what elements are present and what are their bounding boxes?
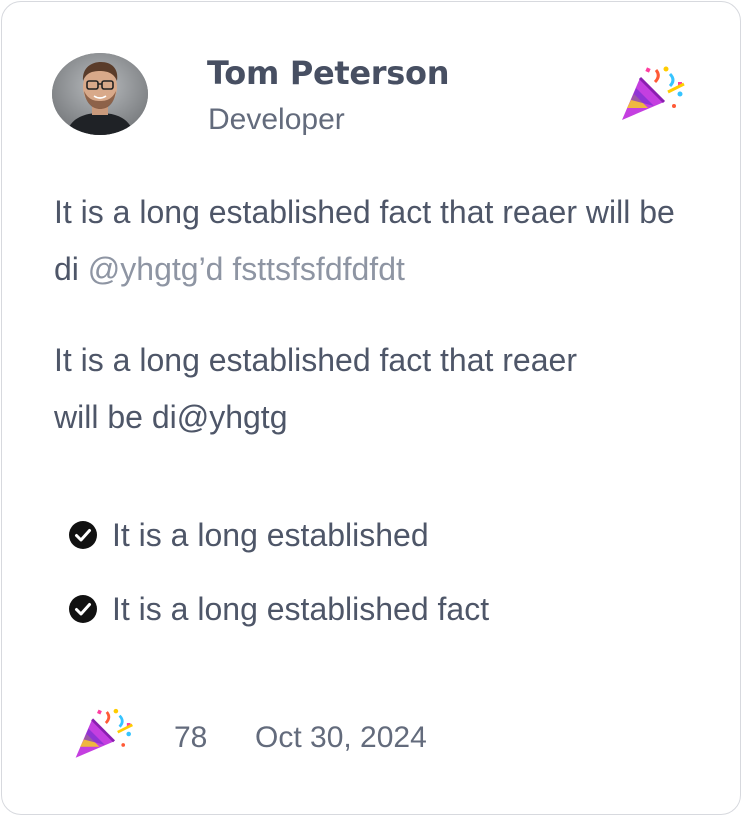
- checklist-item-text: It is a long established: [112, 516, 429, 553]
- post-date: Oct 30, 2024: [255, 721, 427, 754]
- post-paragraph-2: It is a long established fact that reaer…: [54, 342, 577, 435]
- post-card: Tom Peterson Developer It is a long esta…: [1, 1, 741, 815]
- avatar-photo: [52, 53, 148, 135]
- checklist-item: It is a long established fact: [68, 580, 489, 638]
- reaction-count: 78: [174, 721, 208, 754]
- check-circle-icon: [69, 521, 97, 549]
- mention-link[interactable]: @yhgtg’d fsttsfsfdfdfdt: [88, 251, 405, 287]
- author-name[interactable]: Tom Peterson: [207, 53, 450, 93]
- reaction-party-popper-icon[interactable]: [72, 704, 136, 764]
- checklist-item: It is a long established: [68, 506, 489, 564]
- author-role: Developer: [208, 103, 345, 136]
- checklist-item-text: It is a long established fact: [112, 590, 490, 627]
- avatar[interactable]: [52, 53, 148, 135]
- check-circle-icon: [69, 595, 97, 623]
- post-paragraph-1: It is a long established fact that reaer…: [54, 184, 704, 298]
- checklist: It is a long established It is a long es…: [68, 506, 489, 654]
- party-popper-icon: [622, 66, 685, 120]
